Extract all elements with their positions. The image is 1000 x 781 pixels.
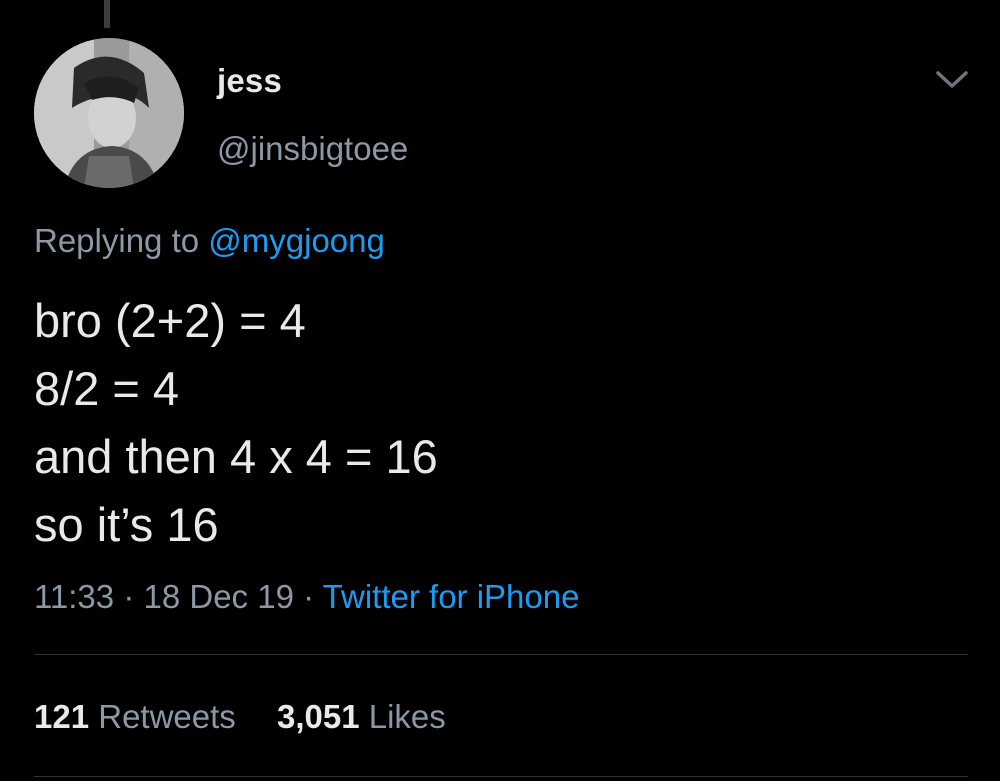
tweet-line: 8/2 = 4 [34, 362, 180, 415]
chevron-down-icon[interactable] [932, 64, 972, 94]
tweet-line: bro (2+2) = 4 [34, 294, 306, 347]
retweets-stat[interactable]: 121 Retweets [34, 698, 245, 735]
divider [34, 654, 968, 655]
tweet-text: bro (2+2) = 4 8/2 = 4 and then 4 x 4 = 1… [34, 287, 438, 559]
tweet-line: so it’s 16 [34, 498, 219, 551]
replying-to-line: Replying to @mygjoong [34, 222, 385, 260]
user-handle[interactable]: @jinsbigtoee [217, 130, 408, 168]
likes-label: Likes [368, 698, 446, 735]
likes-stat[interactable]: 3,051 Likes [277, 698, 446, 735]
meta-separator: · [303, 578, 315, 615]
meta-separator: · [123, 578, 135, 615]
avatar-photo [34, 38, 184, 188]
likes-count: 3,051 [276, 698, 360, 735]
tweet-date[interactable]: 18 Dec 19 [143, 578, 293, 615]
thread-connector-line [104, 0, 110, 28]
retweets-label: Retweets [98, 698, 236, 735]
tweet-source-link[interactable]: Twitter for iPhone [323, 578, 580, 615]
divider-bottom [34, 776, 968, 777]
mention-link[interactable]: @mygjoong [208, 222, 385, 259]
tweet-time[interactable]: 11:33 [34, 578, 114, 615]
tweet-meta: 11:33 · 18 Dec 19 · Twitter for iPhone [34, 578, 579, 616]
tweet-line: and then 4 x 4 = 16 [34, 430, 438, 483]
avatar[interactable] [34, 38, 184, 188]
engagement-stats: 121 Retweets 3,051 Likes [34, 698, 446, 736]
replying-prefix: Replying to [34, 222, 200, 259]
retweets-count: 121 [34, 698, 90, 735]
display-name[interactable]: jess [217, 62, 282, 100]
